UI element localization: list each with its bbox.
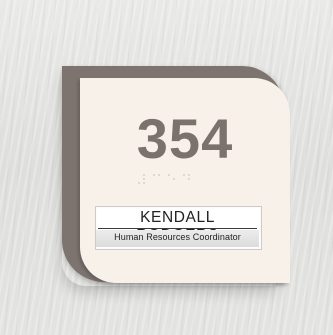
occupant-job-title: Human Resources Coordinator [114,232,241,242]
braille-cell-3 [153,174,161,185]
braille-cell-numeric-indicator [138,174,146,185]
room-number: 354 [136,107,234,170]
braille-cell-4 [183,174,191,185]
name-divider-line [98,228,257,229]
braille-cell-5 [168,174,176,185]
braille-room-number [138,174,191,185]
